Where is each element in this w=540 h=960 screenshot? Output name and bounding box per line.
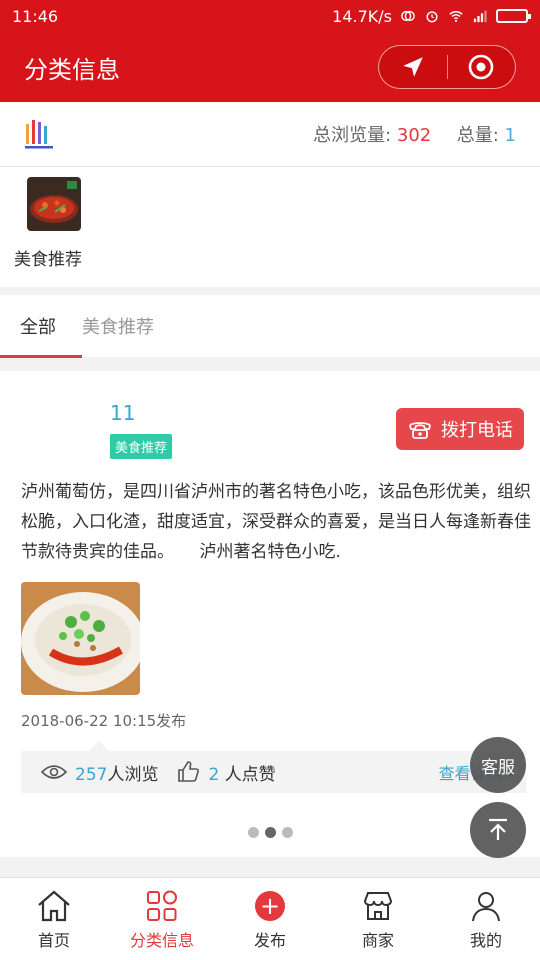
- bar-chart-icon: [25, 120, 53, 149]
- category-thumbnail: [27, 177, 81, 231]
- tabbar-label-category: 分类信息: [129, 931, 194, 950]
- tabbar-label-mine: 我的: [469, 931, 502, 950]
- arrow-up-icon: [489, 818, 507, 840]
- pagination-dots: [0, 827, 540, 838]
- bottom-tab-bar: 首页 分类信息 + 发布 商家 我的: [0, 877, 540, 960]
- stats-summary: 总浏览量: 302 总量: 1: [313, 121, 516, 147]
- thumbs-up-icon: [178, 761, 200, 782]
- views-value: 302: [396, 125, 432, 146]
- stats-bar-pointer: [89, 741, 109, 751]
- store-icon: [359, 887, 397, 925]
- signal-icon: [473, 10, 487, 23]
- data-icon: [401, 10, 415, 22]
- back-to-top-button[interactable]: [470, 802, 526, 858]
- publish-icon: +: [251, 887, 289, 925]
- home-icon: [35, 887, 73, 925]
- views-stat: 257人浏览: [41, 760, 158, 785]
- views-suffix: 人浏览: [107, 764, 159, 785]
- likes-suffix: 人点赞: [224, 764, 276, 785]
- location-arrow-icon: [403, 57, 423, 77]
- tabbar-label-home: 首页: [37, 931, 70, 950]
- post-description: 泸州葡萄仿，是四川省泸州市的著名特色小吃，该品色形优美，组织松脆，入口化渣，甜度…: [21, 482, 531, 562]
- active-tab-indicator: [0, 355, 82, 358]
- status-bar: 11:46 14.7K/s: [0, 0, 540, 32]
- target-icon: [468, 54, 494, 80]
- user-icon: [467, 887, 505, 925]
- phone-icon: [409, 422, 431, 439]
- post-category-badge: 美食推荐: [110, 434, 173, 459]
- pagination-dot: [281, 827, 293, 838]
- post-card: 11 美食推荐 拨打电话 泸州葡萄仿，是四川省泸州市的著名特色小吃，该品色形优美…: [0, 371, 540, 857]
- tabbar-item-category[interactable]: 分类信息: [108, 878, 216, 960]
- navbar: 分类信息: [0, 32, 540, 102]
- close-miniprogram-button[interactable]: [448, 46, 516, 88]
- network-speed: 14.7K/s: [332, 6, 392, 26]
- page-title: 分类信息: [24, 55, 120, 84]
- pagination-dot: [247, 827, 259, 838]
- status-icons: 14.7K/s: [332, 6, 531, 26]
- customer-service-button[interactable]: 客服: [470, 737, 526, 793]
- post-stats-bar: 257人浏览 2 人点赞 查看详情>: [21, 741, 526, 793]
- tabbar-item-mine[interactable]: 我的: [432, 878, 540, 960]
- likes-stat[interactable]: 2 人点赞: [176, 760, 276, 785]
- call-button-label: 拨打电话: [441, 420, 513, 441]
- tab-all[interactable]: 全部: [20, 295, 56, 357]
- miniprogram-capsule: [378, 45, 516, 89]
- category-label: 美食推荐: [14, 250, 82, 270]
- total-value: 1: [504, 125, 516, 146]
- tab-food[interactable]: 美食推荐: [82, 295, 154, 357]
- post-image[interactable]: [21, 582, 140, 695]
- pagination-dot-active: [264, 827, 276, 838]
- filter-tabs: 全部 美食推荐: [0, 295, 540, 357]
- category-grid: 美食推荐: [0, 167, 540, 287]
- likes-count: 2: [208, 764, 220, 785]
- tabbar-item-store[interactable]: 商家: [324, 878, 432, 960]
- alarm-icon: [426, 11, 438, 23]
- tabbar-item-home[interactable]: 首页: [0, 878, 108, 960]
- tabbar-label-publish: 发布: [253, 931, 286, 950]
- location-button[interactable]: [379, 46, 447, 88]
- call-button[interactable]: 拨打电话: [396, 408, 524, 450]
- stats-bar: 总浏览量: 302 总量: 1: [0, 102, 540, 167]
- tabbar-label-store: 商家: [361, 931, 394, 950]
- eye-icon: [41, 765, 67, 779]
- tabbar-item-publish[interactable]: + 发布: [216, 878, 324, 960]
- post-timestamp: 2018-06-22 10:15发布: [21, 712, 187, 730]
- wifi-icon: [449, 11, 463, 22]
- views-label: 总浏览量:: [313, 125, 392, 146]
- post-author: 11: [110, 401, 136, 425]
- customer-service-label: 客服: [481, 757, 515, 778]
- status-time: 11:46: [12, 6, 59, 26]
- total-label: 总量:: [456, 125, 499, 146]
- category-item-food[interactable]: 美食推荐: [14, 177, 94, 270]
- category-icon: [143, 887, 181, 925]
- views-count: 257: [75, 764, 108, 785]
- battery-icon: [496, 9, 531, 23]
